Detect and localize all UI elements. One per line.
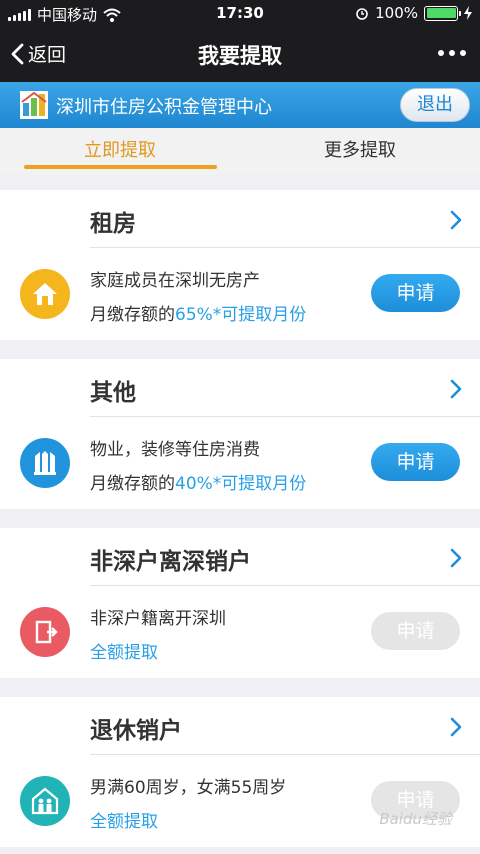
charging-icon <box>464 6 472 20</box>
card-rate: 65%*可提取月份 <box>175 305 307 325</box>
org-banner: 深圳市住房公积金管理中心 退出 <box>0 82 480 128</box>
card-title[interactable]: 退休销户 <box>90 711 182 745</box>
card-description: 物业，装修等住房消费 <box>90 440 260 460</box>
card-rate: 全额提取 <box>90 643 158 663</box>
battery-percent: 100% <box>375 4 418 22</box>
card-description: 家庭成员在深圳无房产 <box>90 271 260 291</box>
org-logo-icon <box>20 91 48 119</box>
house-icon <box>20 269 70 319</box>
logout-button[interactable]: 退出 <box>400 88 470 122</box>
apply-button[interactable]: 申请 <box>371 443 460 481</box>
card-title[interactable]: 非深户离深销户 <box>90 542 251 576</box>
more-menu-button[interactable] <box>438 40 466 66</box>
card-subtext: 全额提取 <box>90 807 158 832</box>
family-home-icon <box>20 776 70 826</box>
building-icon <box>20 438 70 488</box>
divider <box>90 247 480 248</box>
card-description: 非深户籍离开深圳 <box>90 609 226 629</box>
card-rate: 全额提取 <box>90 812 158 832</box>
battery-icon <box>424 5 461 21</box>
page-title: 我要提取 <box>198 44 282 68</box>
tab-more-withdraw[interactable]: 更多提取 <box>260 136 460 162</box>
card-description: 男满60周岁，女满55周岁 <box>90 778 287 798</box>
card-subtext: 全额提取 <box>90 638 158 663</box>
card-rent: 租房 家庭成员在深圳无房产 月缴存额的65%*可提取月份 申请 <box>0 190 480 340</box>
active-tab-indicator <box>24 165 217 169</box>
chevron-right-icon[interactable] <box>450 379 462 399</box>
card-subtext: 月缴存额的40%*可提取月份 <box>90 474 307 494</box>
card-title[interactable]: 其他 <box>90 373 136 407</box>
alarm-icon <box>356 8 368 20</box>
status-bar: 中国移动 17:30 100% <box>0 0 480 26</box>
card-leave-shenzhen: 非深户离深销户 非深户籍离开深圳 全额提取 申请 <box>0 528 480 678</box>
apply-button[interactable]: 申请 <box>371 274 460 312</box>
nav-bar: 返回 我要提取 <box>0 26 480 82</box>
chevron-right-icon[interactable] <box>450 717 462 737</box>
divider <box>90 416 480 417</box>
exit-door-icon <box>20 607 70 657</box>
chevron-right-icon[interactable] <box>450 548 462 568</box>
apply-button: 申请 <box>371 612 460 650</box>
divider <box>90 585 480 586</box>
chevron-right-icon[interactable] <box>450 210 462 230</box>
org-name: 深圳市住房公积金管理中心 <box>56 97 272 118</box>
card-subtext: 月缴存额的65%*可提取月份 <box>90 305 307 325</box>
divider <box>90 754 480 755</box>
card-title[interactable]: 租房 <box>90 204 136 238</box>
card-rate: 40%*可提取月份 <box>175 474 307 494</box>
tab-withdraw-now[interactable]: 立即提取 <box>20 136 220 162</box>
tab-bar: 立即提取 更多提取 <box>0 128 480 174</box>
card-other: 其他 物业，装修等住房消费 月缴存额的40%*可提取月份 申请 <box>0 359 480 509</box>
watermark: Baidu经验 <box>379 810 452 828</box>
